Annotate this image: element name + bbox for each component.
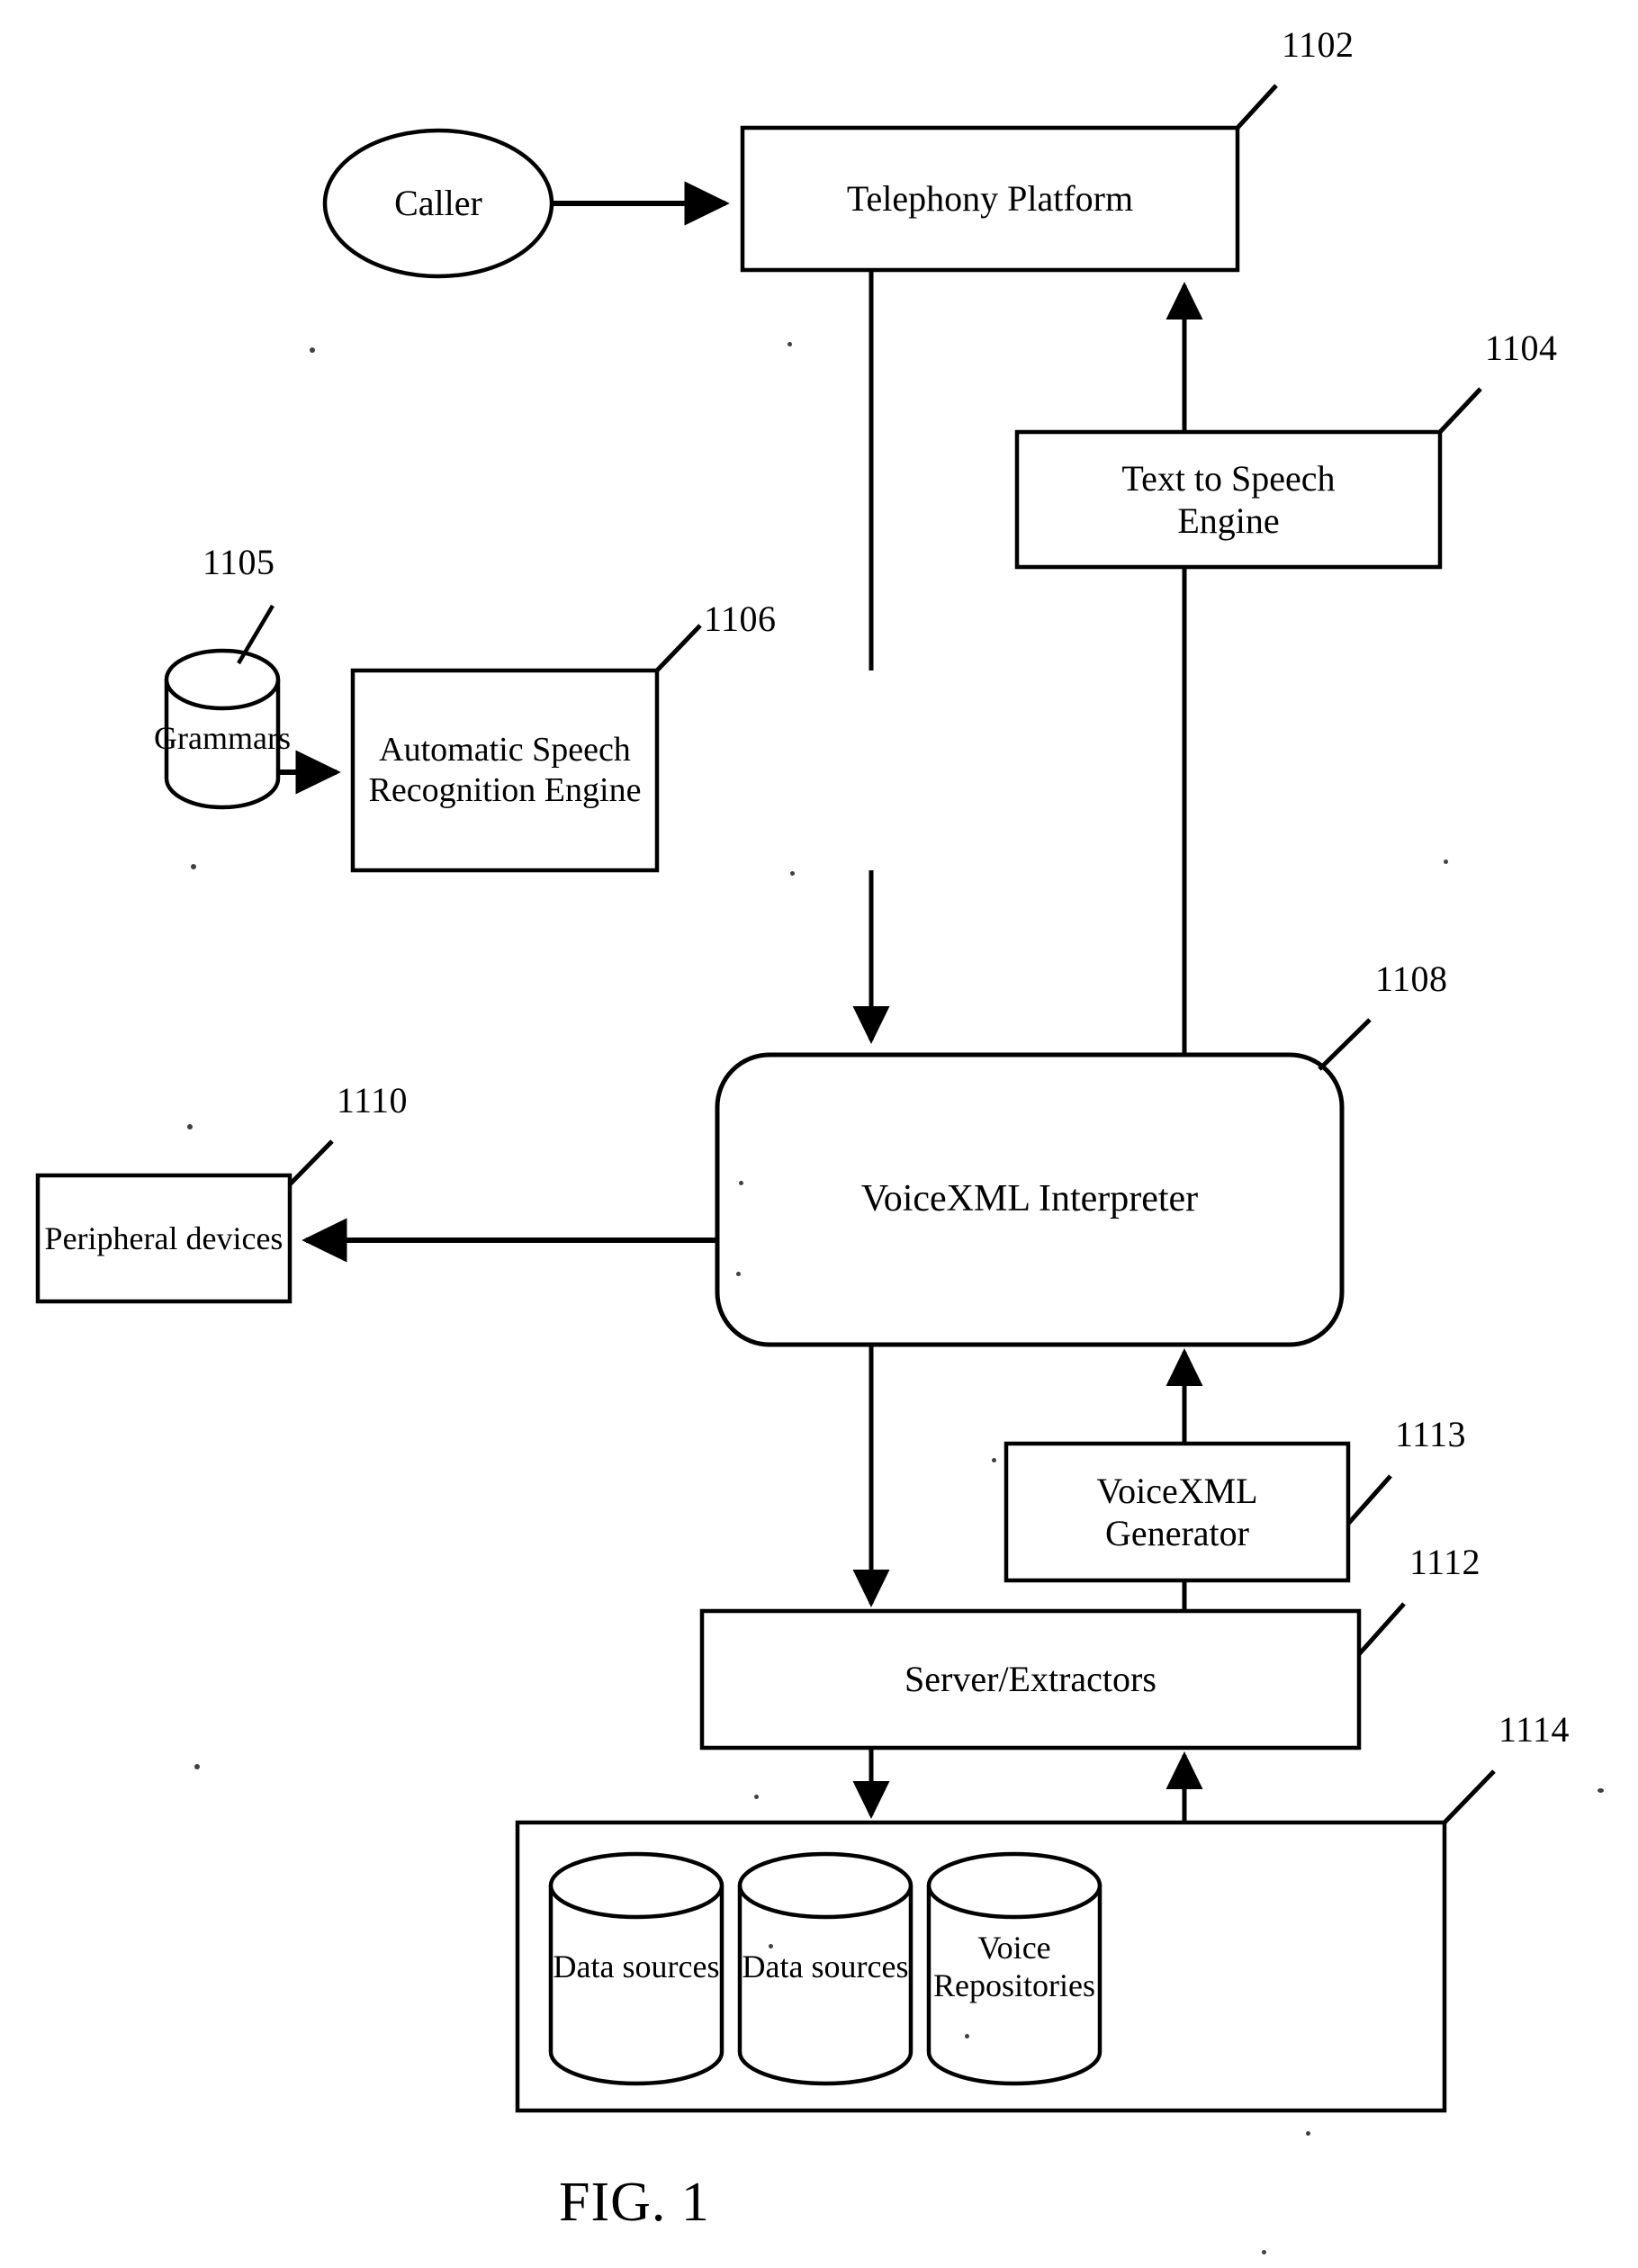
scan-speck (1598, 1788, 1604, 1793)
leader-1106 (655, 624, 702, 672)
node-text-to-speech-engine-shape (1014, 429, 1443, 570)
leader-1102 (1236, 84, 1278, 130)
node-data-sources-2-shape (737, 1851, 914, 2086)
leader-1108 (1318, 1018, 1372, 1071)
node-voicexml-interpreter-shape (715, 1052, 1345, 1347)
leader-1114 (1443, 1769, 1496, 1824)
ref-numeral-1104: 1104 (1485, 328, 1558, 368)
scan-speck (1306, 2131, 1310, 2136)
scan-speck (992, 1458, 996, 1462)
ref-numeral-1110: 1110 (337, 1080, 409, 1120)
ref-numeral-1105: 1105 (202, 542, 275, 582)
patent-figure: Caller Telephony Platform Text to Speech… (0, 0, 1638, 2268)
node-voicexml-generator-shape (1004, 1441, 1351, 1583)
ref-numeral-1112: 1112 (1409, 1542, 1481, 1582)
node-peripheral-devices-shape (35, 1173, 292, 1304)
leader-1110 (288, 1139, 334, 1186)
ref-numeral-1114: 1114 (1498, 1709, 1570, 1750)
node-asr-engine-shape (350, 668, 660, 873)
ref-numeral-1102: 1102 (1282, 24, 1354, 65)
scan-speck (1444, 860, 1448, 864)
node-caller-shape (322, 128, 554, 279)
scan-speck (310, 347, 315, 353)
leader-1113 (1346, 1474, 1392, 1526)
ref-numeral-1108: 1108 (1375, 958, 1448, 999)
leader-1104 (1438, 387, 1482, 434)
leader-1112 (1357, 1602, 1406, 1656)
node-server-extractors-shape (699, 1608, 1362, 1750)
node-grammars-shape (164, 648, 281, 810)
scan-speck (191, 864, 196, 869)
node-data-sources-1-shape (548, 1851, 724, 2086)
ref-numeral-1113: 1113 (1395, 1414, 1467, 1454)
scan-speck (769, 1944, 773, 1948)
diagram-canvas (35, 84, 1496, 2113)
figure-caption: FIG. 1 (559, 2172, 710, 2233)
node-telephony-platform-shape (740, 125, 1240, 273)
scan-speck (965, 2034, 969, 2038)
scan-speck (788, 342, 792, 346)
scan-speck (790, 871, 795, 876)
ref-numeral-1106: 1106 (704, 598, 777, 639)
scan-speck (194, 1764, 200, 1769)
scan-speck (1262, 2250, 1266, 2254)
scan-speck (754, 1795, 759, 1799)
scan-speck (739, 1181, 743, 1185)
scan-speck (736, 1272, 741, 1276)
node-voice-repositories-shape (926, 1851, 1102, 2086)
scan-speck (187, 1124, 193, 1130)
